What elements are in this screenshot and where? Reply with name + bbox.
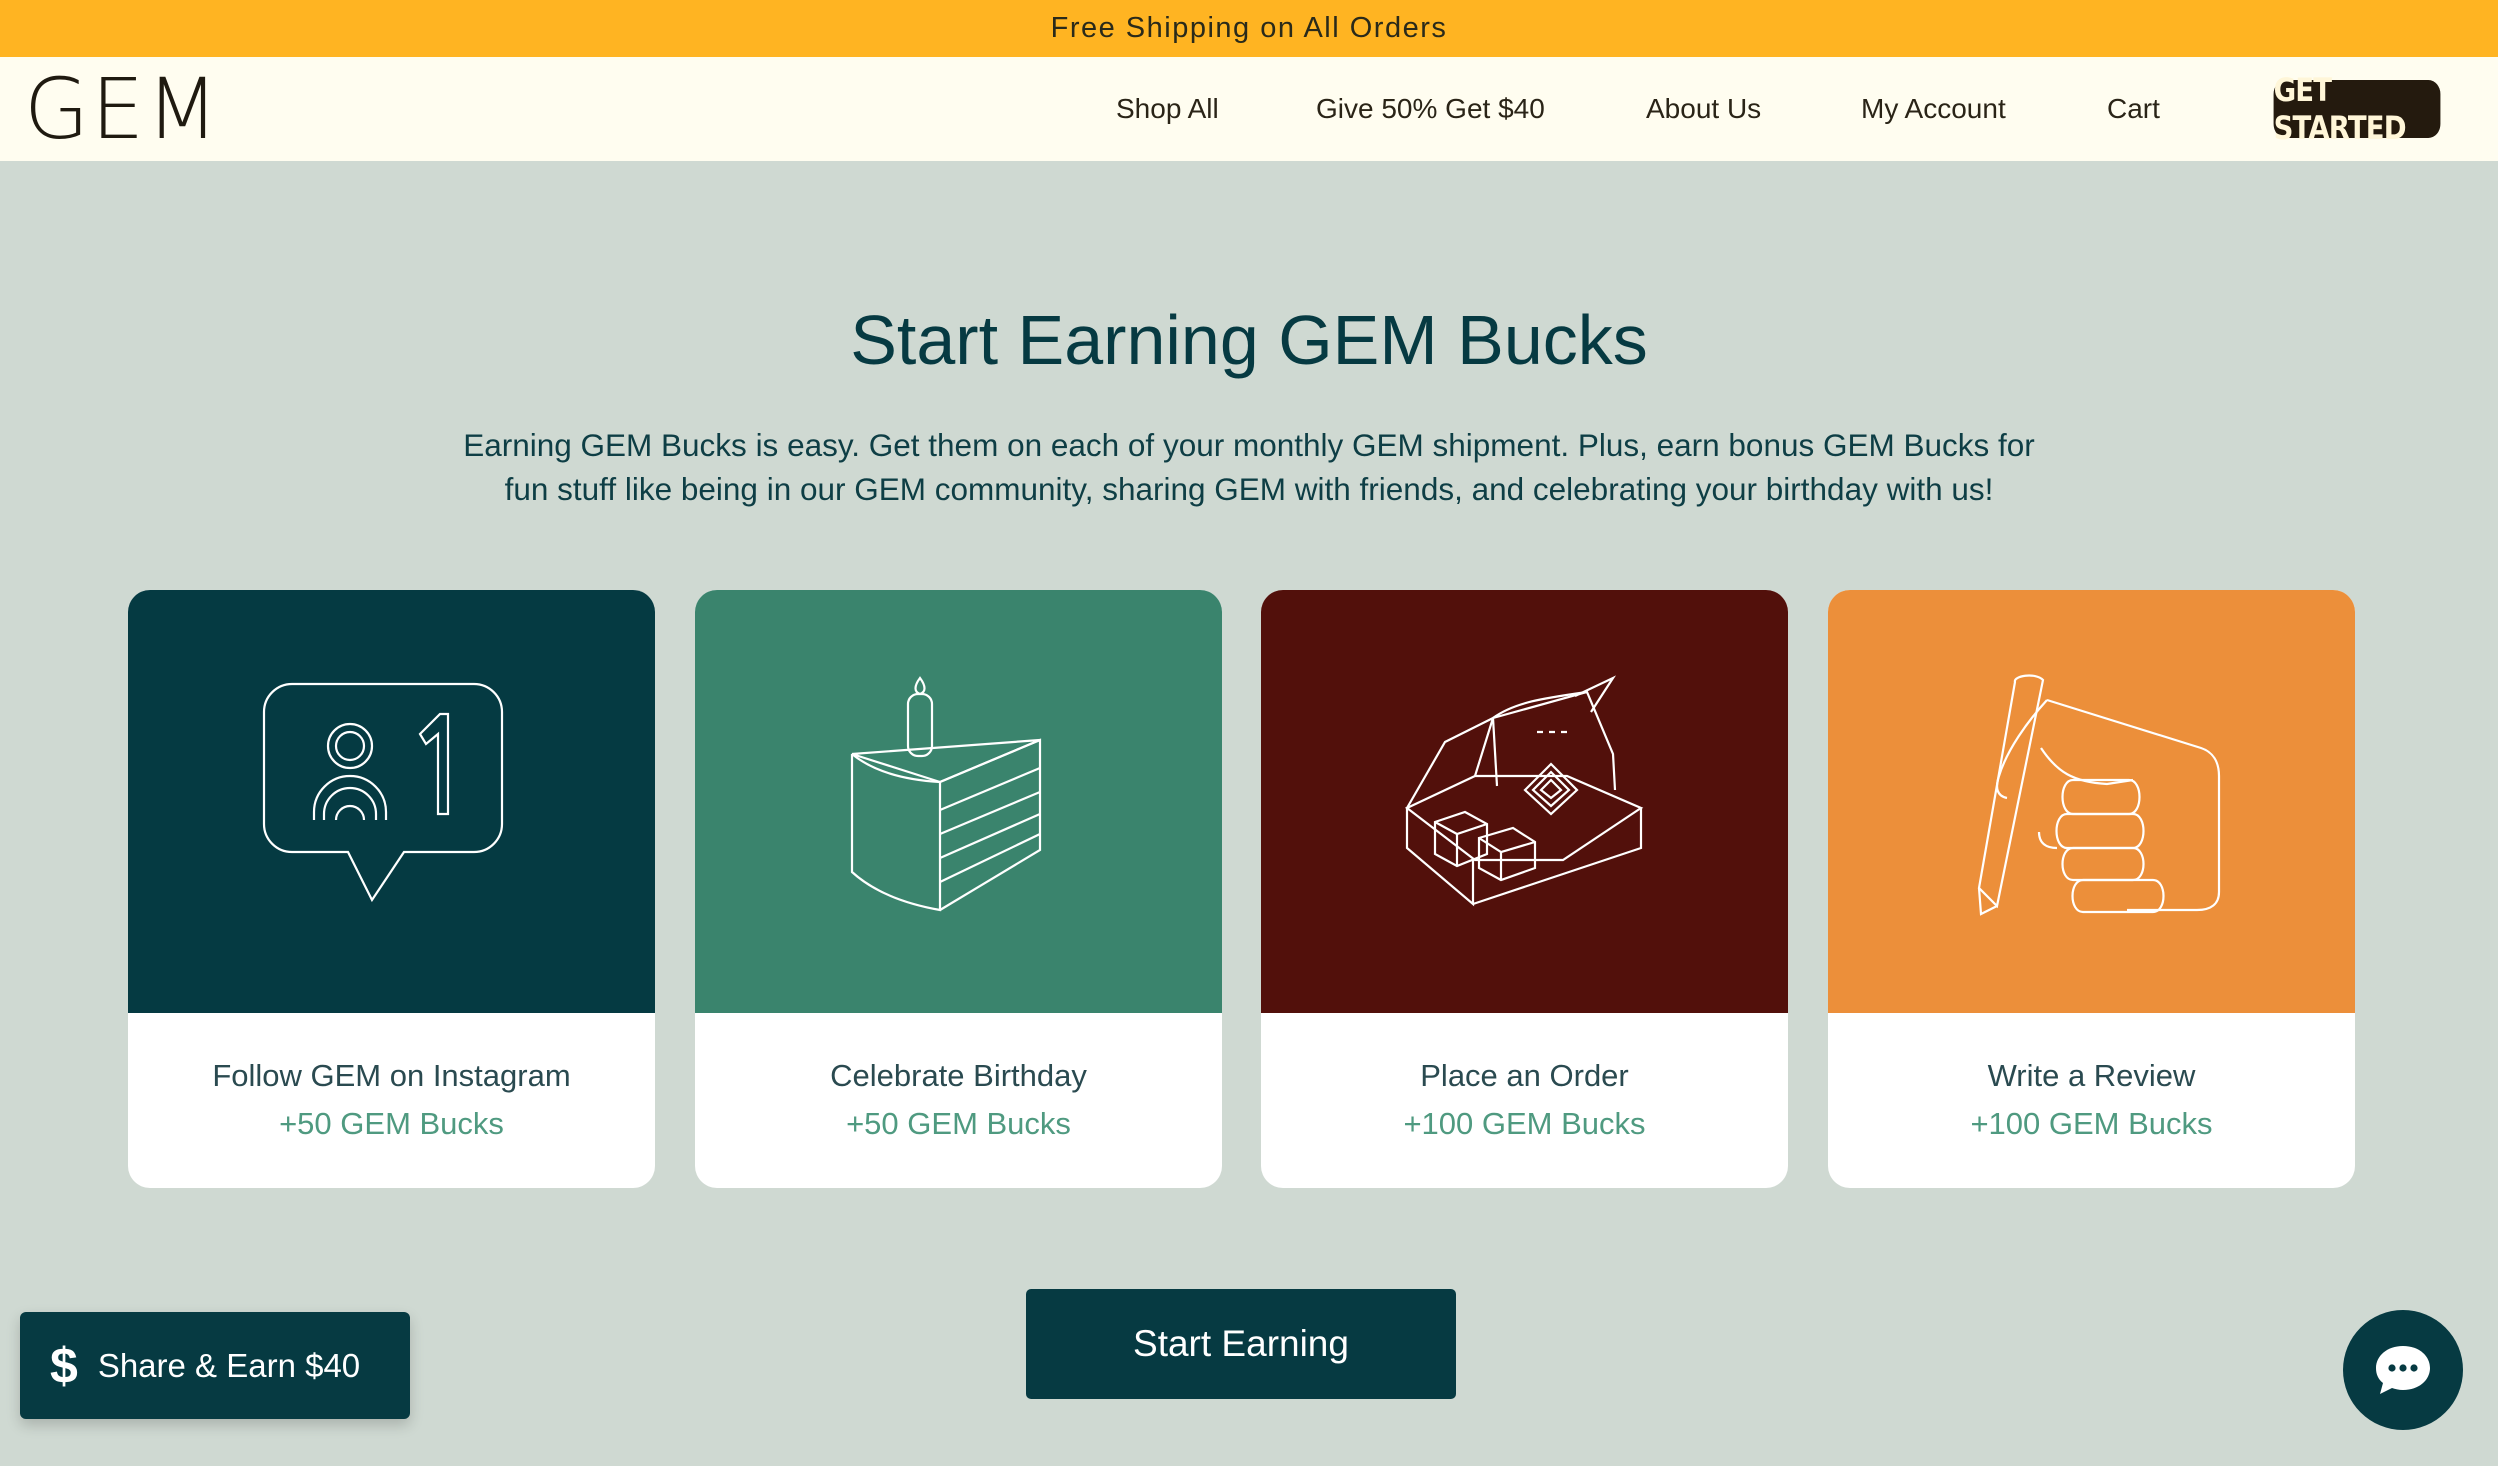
chat-launcher-button[interactable] xyxy=(2343,1310,2463,1430)
card-reward: +100 GEM Bucks xyxy=(1403,1106,1646,1141)
announcement-bar: Free Shipping on All Orders xyxy=(0,0,2498,57)
card-write-review[interactable]: Write a Review +100 GEM Bucks xyxy=(1828,590,2355,1188)
card-reward: +50 GEM Bucks xyxy=(279,1106,504,1141)
card-celebrate-birthday[interactable]: Celebrate Birthday +50 GEM Bucks xyxy=(695,590,1222,1188)
instagram-follow-icon xyxy=(262,682,503,902)
intro-line-1: Earning GEM Bucks is easy. Get them on e… xyxy=(463,427,2035,463)
announcement-text: Free Shipping on All Orders xyxy=(1050,12,1448,44)
nav-give-get[interactable]: Give 50% Get $40 xyxy=(1316,57,1545,161)
nav-give-get-link[interactable]: Give 50% Get $40 xyxy=(1316,93,1545,125)
nav-about-us-link[interactable]: About Us xyxy=(1646,93,1761,125)
card-reward: +50 GEM Bucks xyxy=(846,1106,1071,1141)
card-reward: +100 GEM Bucks xyxy=(1970,1106,2213,1141)
card-title: Place an Order xyxy=(1420,1058,1629,1093)
nav-my-account[interactable]: My Account xyxy=(1861,57,2006,161)
page-title: Start Earning GEM Bucks xyxy=(850,301,1648,379)
nav-my-account-link[interactable]: My Account xyxy=(1861,93,2006,125)
share-earn-widget[interactable]: $ Share & Earn $40 xyxy=(20,1312,410,1419)
card-art-instagram xyxy=(128,590,655,1013)
site-header: GEM Shop All Give 50% Get $40 About Us M… xyxy=(0,57,2498,161)
nav-about-us[interactable]: About Us xyxy=(1646,57,1761,161)
card-title: Follow GEM on Instagram xyxy=(212,1058,571,1093)
card-art-review xyxy=(1828,590,2355,1013)
nav-cart-link[interactable]: Cart xyxy=(2107,93,2160,125)
chat-bubble-icon xyxy=(2376,1346,2430,1394)
intro-line-2: fun stuff like being in our GEM communit… xyxy=(504,471,1994,507)
dollar-icon: $ xyxy=(50,1337,78,1394)
card-art-birthday xyxy=(695,590,1222,1013)
start-earning-button[interactable]: Start Earning xyxy=(1026,1289,1456,1399)
open-box-icon xyxy=(1404,674,1643,906)
nav-cart[interactable]: Cart xyxy=(2107,57,2160,161)
get-started-button[interactable]: GET STARTED xyxy=(2273,71,2441,147)
card-follow-instagram[interactable]: Follow GEM on Instagram +50 GEM Bucks xyxy=(128,590,655,1188)
share-earn-label: Share & Earn $40 xyxy=(97,1346,361,1384)
card-place-order[interactable]: Place an Order +100 GEM Bucks xyxy=(1261,590,1788,1188)
nav-shop-all-link[interactable]: Shop All xyxy=(1116,93,1219,125)
intro-text: Earning GEM Bucks is easy. Get them on e… xyxy=(400,423,2098,511)
nav-shop-all[interactable]: Shop All xyxy=(1116,57,1219,161)
card-art-order xyxy=(1261,590,1788,1013)
card-title: Write a Review xyxy=(1987,1058,2196,1093)
gem-logo[interactable]: GEM xyxy=(24,67,234,151)
birthday-cake-icon xyxy=(850,675,1041,911)
hand-pencil-icon xyxy=(1977,673,2220,916)
card-title: Celebrate Birthday xyxy=(830,1058,1087,1093)
